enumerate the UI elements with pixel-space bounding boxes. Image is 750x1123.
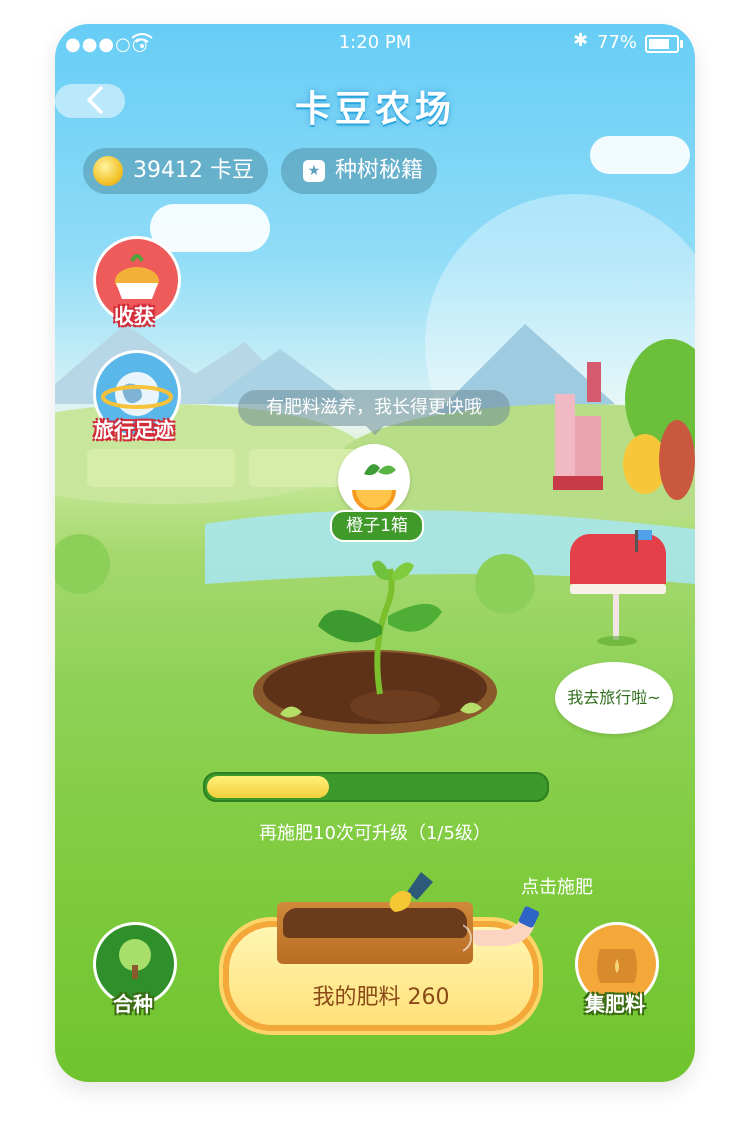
pointing-hand-icon (463, 906, 540, 952)
battery-level (649, 39, 670, 49)
coin-balance[interactable]: 39412 卡豆 (83, 148, 268, 194)
coin-icon (93, 156, 123, 186)
cloud (55, 84, 125, 118)
reward-label: 橙子1箱 (330, 510, 424, 542)
growth-progress-text: 再施肥10次可升级（1/5级） (259, 823, 491, 844)
coin-balance-label: 39412 卡豆 (133, 158, 254, 183)
growth-progress-fill (207, 776, 329, 798)
shovel-icon (389, 872, 433, 912)
battery-percent: 77% (597, 32, 638, 53)
fertilize-hint: 点击施肥 (521, 877, 593, 898)
battery-icon (645, 35, 683, 53)
mailbox-speech-bubble[interactable]: 我去旅行啦~ (555, 662, 673, 734)
growth-progress-bar (203, 772, 549, 802)
page-title: 卡豆农场 (294, 89, 455, 130)
planting-guide-button[interactable]: ★ 种树秘籍 (281, 148, 437, 194)
tree-speech-bubble: 有肥料滋养，我长得更快哦 (238, 390, 510, 435)
orange-slice-icon (352, 464, 396, 512)
planting-guide-label: 种树秘籍 (335, 158, 424, 183)
reward-orange-icon[interactable] (338, 444, 410, 516)
sapling[interactable] (310, 554, 450, 714)
collect-fertilizer-label: 集肥料 (585, 992, 645, 1016)
co-plant-label: 合种 (113, 992, 153, 1016)
game-screen: ●●●○○ 1:20 PM ✱ 77% 卡豆农场 39412 卡豆 ★ 种树秘籍… (55, 24, 695, 1082)
status-bar: ●●●○○ 1:20 PM ✱ 77% (55, 24, 695, 60)
harvest-label: 收获 (114, 304, 154, 328)
star-icon: ★ (303, 160, 325, 182)
travel-log-label: 旅行足迹 (94, 418, 174, 442)
fertilizer-count-label: 我的肥料 260 (312, 985, 450, 1010)
bluetooth-icon: ✱ (573, 30, 589, 51)
fertilizer-box[interactable] (277, 902, 473, 964)
cloud (590, 136, 690, 174)
